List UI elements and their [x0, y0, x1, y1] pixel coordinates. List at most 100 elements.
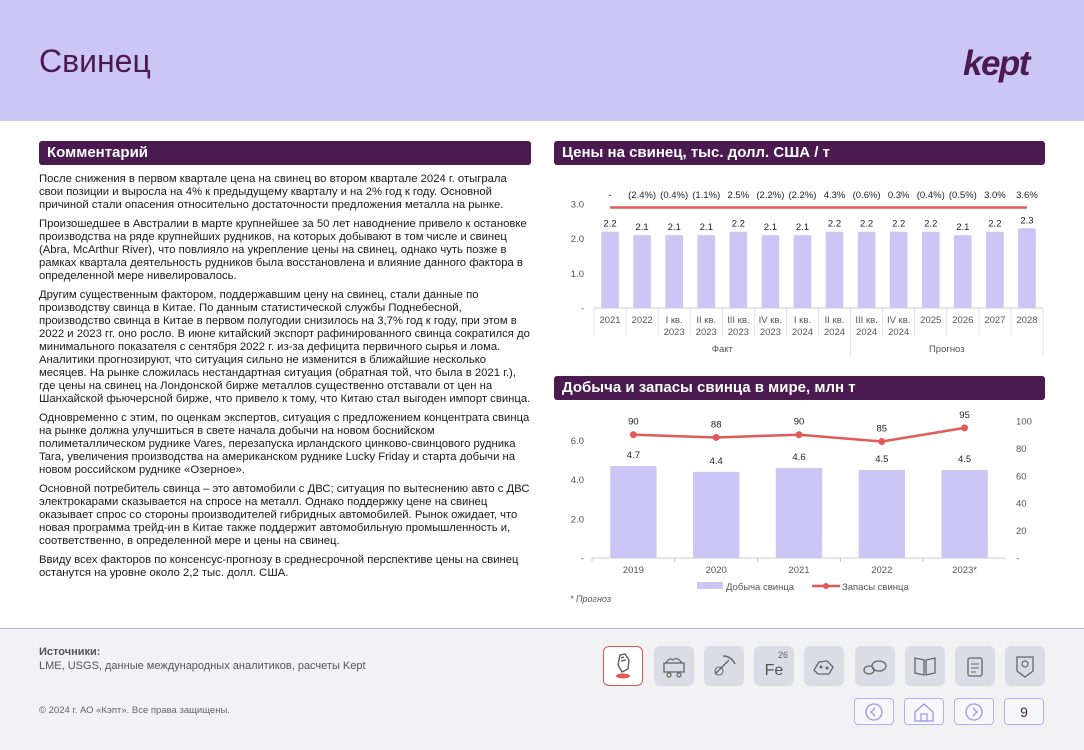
reserves-value-label: 88	[711, 419, 722, 430]
x-tick-label: IV кв.	[887, 315, 910, 326]
prev-page-button[interactable]	[854, 698, 894, 725]
bar-value-label: 2.1	[668, 222, 681, 233]
sources-label: Источники:	[39, 646, 101, 658]
reserves-point	[961, 424, 969, 432]
x-tick-label: 2023	[664, 327, 685, 338]
comment-paragraph: Произошедшее в Австралии в марте крупней…	[39, 218, 527, 282]
group-label: Факт	[712, 344, 734, 355]
x-tick-label: 2023	[696, 327, 717, 338]
fe-symbol: Fe	[764, 662, 784, 679]
bar-value-label: 2.1	[956, 222, 969, 233]
fe-atomic-number: 26	[777, 650, 788, 660]
bar-value-label: 2.1	[764, 222, 777, 233]
x-tick-label: 2027	[984, 315, 1005, 326]
left-y-tick-label: 6.0	[571, 436, 584, 447]
comment-text: После снижения в первом квартале цена на…	[39, 173, 531, 586]
x-tick-label: III кв.	[855, 315, 877, 326]
clipboard-icon-button[interactable]	[955, 646, 995, 686]
reserves-value-label: 90	[628, 417, 639, 428]
price-bar	[729, 231, 748, 308]
x-tick-label: 2026	[952, 315, 973, 326]
price-bar	[633, 235, 651, 308]
mine-cart-icon	[663, 657, 685, 678]
home-button[interactable]	[904, 698, 944, 725]
production-value-label: 4.7	[627, 450, 640, 461]
x-tick-label: 2020	[706, 565, 727, 576]
x-tick-label: IV кв.	[759, 315, 782, 326]
price-bar	[793, 235, 812, 308]
book-icon	[914, 657, 936, 676]
right-y-tick-label: 100	[1016, 417, 1032, 428]
bar-value-label: 2.2	[732, 219, 745, 230]
forecast-footnote: * Прогноз	[570, 594, 611, 604]
book-icon-button[interactable]	[905, 646, 945, 686]
right-y-tick-label: 20	[1016, 526, 1027, 537]
reserves-value-label: 85	[877, 424, 888, 435]
price-chart: - 1.0 2.0 3.0 2.2 - 2021 2.1 (2.4%) 2022 2.1 (0.4%)…	[554, 176, 1045, 366]
change-label: (2.4%)	[628, 190, 656, 201]
mine-cart-icon-button[interactable]	[654, 646, 694, 686]
element-fe-button[interactable]: 26 Fe	[754, 646, 794, 686]
x-tick-label: II кв.	[825, 315, 845, 326]
pickaxe-icon-button[interactable]	[704, 646, 744, 686]
group-label: Прогноз	[929, 344, 965, 355]
left-y-tick-label: -	[581, 554, 584, 565]
contact-icon-button[interactable]	[1005, 646, 1045, 686]
x-tick-label: I кв.	[794, 315, 811, 326]
y-tick-label: 3.0	[571, 200, 584, 211]
bar-value-label: 2.2	[988, 219, 1001, 230]
price-bar	[1018, 228, 1036, 308]
price-chart-svg: - 1.0 2.0 3.0 2.2 - 2021 2.1 (2.4%) 2022 2.1 (0.4%)…	[571, 190, 1044, 356]
bar-value-label: 2.3	[1020, 215, 1033, 226]
change-label: 3.6%	[1016, 190, 1038, 201]
reserves-point	[795, 431, 803, 439]
price-bar	[857, 231, 876, 308]
reserves-point	[878, 438, 886, 446]
pickaxe-icon	[714, 655, 736, 676]
x-tick-label: III кв.	[727, 315, 749, 326]
x-tick-label: I кв.	[666, 315, 683, 326]
price-bar	[921, 231, 940, 308]
x-tick-label: 2019	[623, 565, 644, 576]
lead-icon-button[interactable]	[603, 646, 643, 686]
logs-icon-button[interactable]	[855, 646, 895, 686]
comment-paragraph: Другим существенным фактором, поддержавш…	[39, 289, 531, 405]
x-tick-label: 2024	[856, 327, 877, 338]
production-bar	[693, 471, 740, 558]
x-tick-label: 2023	[728, 327, 749, 338]
change-label: (0.4%)	[917, 190, 945, 201]
right-y-tick-label: 40	[1016, 499, 1027, 510]
next-page-button[interactable]	[954, 698, 994, 725]
x-tick-label: 2021	[788, 565, 809, 576]
sources-text: LME, USGS, данные международных аналитик…	[39, 660, 366, 672]
price-bar	[954, 235, 972, 308]
x-tick-label: 2023*	[952, 565, 977, 576]
change-label: -	[608, 190, 611, 201]
x-tick-label: 2024	[792, 327, 813, 338]
x-tick-label: 2028	[1016, 315, 1037, 326]
hand-metal-icon	[616, 653, 630, 679]
price-bar	[697, 235, 716, 308]
production-chart-svg: - 2.0 4.0 6.0 - 20 40 60 80 100 4.7 2019 90 4.4 2020 88…	[570, 410, 1032, 604]
production-value-label: 4.5	[958, 454, 971, 465]
legend-production-label: Добыча свинца	[726, 582, 795, 593]
right-y-tick-label: 80	[1016, 444, 1027, 455]
reserves-value-label: 90	[794, 417, 805, 428]
x-tick-label: 2022	[871, 565, 892, 576]
production-value-label: 4.4	[710, 456, 723, 467]
comment-paragraph: После снижения в первом квартале цена на…	[39, 173, 507, 211]
clipboard-icon	[967, 657, 983, 677]
left-y-tick-label: 2.0	[571, 514, 584, 525]
ore-icon-button[interactable]	[804, 646, 844, 686]
arrow-right-icon	[965, 702, 983, 721]
price-bar	[665, 235, 683, 308]
reserves-point	[629, 431, 637, 439]
production-value-label: 4.6	[792, 452, 805, 463]
change-label: (2.2%)	[788, 190, 816, 201]
legend-reserves-label: Запасы свинца	[842, 582, 909, 593]
change-label: 3.0%	[984, 190, 1006, 201]
change-label: (0.5%)	[949, 190, 977, 201]
right-y-tick-label: 60	[1016, 471, 1027, 482]
bar-value-label: 2.2	[924, 219, 937, 230]
x-tick-label: 2025	[920, 315, 941, 326]
